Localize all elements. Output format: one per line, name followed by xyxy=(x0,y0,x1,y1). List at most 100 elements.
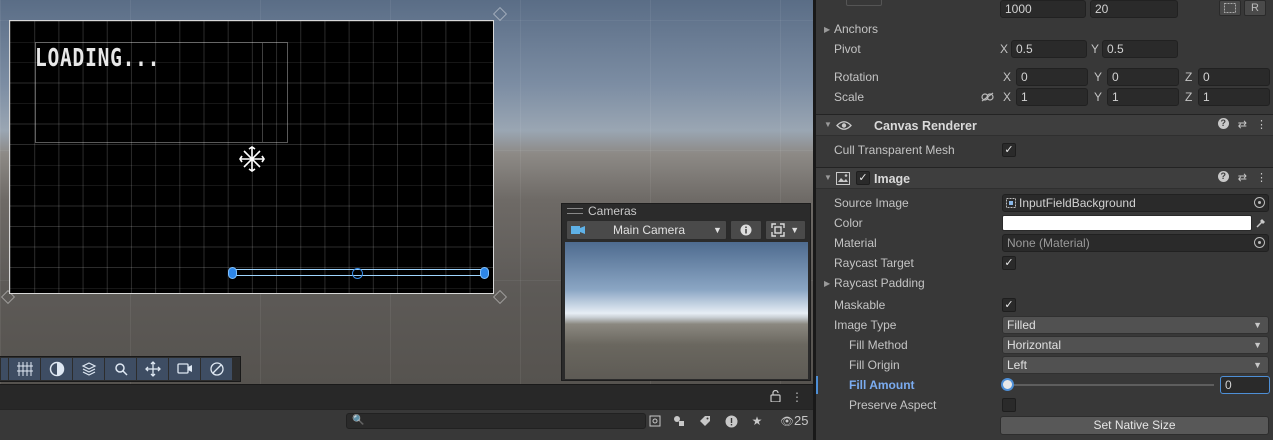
search-icon[interactable] xyxy=(105,358,136,380)
pivot-handle[interactable] xyxy=(352,268,363,279)
color-field[interactable] xyxy=(1002,215,1252,231)
height-field[interactable]: 20 xyxy=(1090,0,1178,18)
lock-icon[interactable] xyxy=(770,389,781,405)
scene-view[interactable]: LOADING... Cameras Main Camera ▼ ▼ xyxy=(0,0,813,384)
move-gizmo-icon[interactable] xyxy=(238,145,266,173)
preserve-aspect-label: Preserve Aspect xyxy=(849,398,937,412)
cameras-overlay-title: Cameras xyxy=(588,204,637,218)
maskable-checkbox[interactable]: ✓ xyxy=(1002,298,1016,312)
more-options-icon[interactable]: ⋮ xyxy=(791,390,803,404)
inspector-panel: 1000 20 R ▶ Anchors Pivot X 0.5 Y 0.5 Ro… xyxy=(816,0,1273,440)
fill-origin-dropdown[interactable]: Left ▼ xyxy=(1002,356,1269,374)
camera-select-value: Main Camera xyxy=(612,223,686,237)
fill-amount-field[interactable]: 0 xyxy=(1220,376,1270,394)
console-search-row: 🔍 ★ 👁25 xyxy=(0,409,813,440)
scale-z-field[interactable]: 1 xyxy=(1198,88,1270,106)
fill-amount-slider[interactable] xyxy=(1008,384,1214,386)
width-field[interactable]: 1000 xyxy=(1000,0,1086,18)
raycast-target-checkbox[interactable]: ✓ xyxy=(1002,256,1016,270)
color-label: Color xyxy=(834,216,863,230)
image-type-dropdown[interactable]: Filled ▼ xyxy=(1002,316,1269,334)
fill-method-dropdown[interactable]: Horizontal ▼ xyxy=(1002,336,1269,354)
preset-icon[interactable]: ⇄ xyxy=(1238,118,1247,131)
info-icon xyxy=(740,224,752,236)
blueprint-mode-button[interactable] xyxy=(1219,0,1241,16)
scene-toolbar xyxy=(0,356,241,382)
axis-x-label: X xyxy=(1003,90,1012,104)
source-image-field[interactable]: InputFieldBackground xyxy=(1002,194,1269,212)
raw-edit-button[interactable]: R xyxy=(1244,0,1266,16)
canvas-renderer-header[interactable]: ▼ Canvas Renderer ? ⇄ ⋮ xyxy=(816,114,1273,136)
layers-icon[interactable] xyxy=(73,358,104,380)
fill-origin-label: Fill Origin xyxy=(849,358,900,372)
move-tool-icon[interactable] xyxy=(137,358,168,380)
object-picker-icon[interactable] xyxy=(1254,197,1265,208)
scene-camera-icon[interactable] xyxy=(169,358,200,380)
preset-icon[interactable]: ⇄ xyxy=(1238,171,1247,184)
camera-info-button[interactable] xyxy=(729,220,762,240)
source-image-label: Source Image xyxy=(834,196,909,210)
help-icon[interactable]: ? xyxy=(1217,171,1229,182)
cull-transparent-mesh-checkbox[interactable]: ✓ xyxy=(1002,143,1016,157)
scale-y-field[interactable]: 1 xyxy=(1107,88,1179,106)
image-enabled-checkbox[interactable]: ✓ xyxy=(856,171,870,185)
drag-handle-icon[interactable] xyxy=(567,208,583,214)
blueprint-icon xyxy=(1224,3,1236,13)
chevron-down-icon: ▼ xyxy=(1253,320,1262,330)
foldout-arrow-icon[interactable]: ▶ xyxy=(824,25,830,34)
more-options-icon[interactable]: ⋮ xyxy=(1256,171,1267,184)
console-search-input[interactable]: 🔍 xyxy=(346,413,646,429)
filter-type-icon[interactable] xyxy=(670,412,688,430)
tag-icon[interactable] xyxy=(696,412,714,430)
cameras-overlay[interactable]: Cameras Main Camera ▼ ▼ xyxy=(561,203,811,381)
axis-x-label: X xyxy=(1000,42,1009,56)
axis-y-label: Y xyxy=(1094,90,1103,104)
set-native-size-button[interactable]: Set Native Size xyxy=(1000,416,1269,435)
sprite-icon xyxy=(1006,198,1016,208)
foldout-arrow-icon[interactable]: ▼ xyxy=(824,120,832,129)
axis-z-label: Z xyxy=(1185,90,1193,104)
fill-amount-label: Fill Amount xyxy=(849,378,915,392)
preserve-aspect-checkbox[interactable] xyxy=(1002,398,1016,412)
search-filter-icon[interactable] xyxy=(646,412,664,430)
help-icon[interactable]: ? xyxy=(1217,118,1229,129)
constrain-proportions-icon[interactable] xyxy=(981,92,994,102)
foldout-arrow-icon[interactable]: ▼ xyxy=(824,173,832,182)
message-count: 👁25 xyxy=(780,413,809,428)
camera-select[interactable]: Main Camera ▼ xyxy=(566,220,727,240)
eyedropper-icon[interactable] xyxy=(1255,217,1267,229)
favorite-star-icon[interactable]: ★ xyxy=(748,412,766,430)
more-options-icon[interactable]: ⋮ xyxy=(1256,118,1267,131)
rotation-y-field[interactable]: 0 xyxy=(1107,68,1179,86)
chevron-down-icon: ▼ xyxy=(1253,360,1262,370)
pivot-x-field[interactable]: 0.5 xyxy=(1011,40,1087,58)
material-field[interactable]: None (Material) xyxy=(1002,234,1269,252)
grid-snap-icon[interactable] xyxy=(9,358,40,380)
scale-x-field[interactable]: 1 xyxy=(1016,88,1088,106)
cameras-overlay-header[interactable]: Cameras xyxy=(562,204,810,218)
object-picker-icon[interactable] xyxy=(1254,237,1265,248)
rect-handle-left[interactable] xyxy=(228,267,237,279)
rect-handle-right[interactable] xyxy=(480,267,489,279)
fill-amount-slider-handle[interactable] xyxy=(1001,378,1014,391)
image-component-header[interactable]: ▼ ✓ Image ? ⇄ ⋮ xyxy=(816,167,1273,189)
pivot-label: Pivot xyxy=(834,42,861,56)
camera-frame-button[interactable]: ▼ xyxy=(764,220,806,240)
ui-canvas-rect[interactable]: LOADING... xyxy=(9,20,494,294)
error-filter-icon[interactable] xyxy=(722,412,740,430)
cull-transparent-mesh-label: Cull Transparent Mesh xyxy=(834,143,955,157)
fill-method-label: Fill Method xyxy=(849,338,908,352)
axis-y-label: Y xyxy=(1094,70,1103,84)
rotation-x-field[interactable]: 0 xyxy=(1016,68,1088,86)
anchors-label[interactable]: Anchors xyxy=(834,22,878,36)
canvas-renderer-title: Canvas Renderer xyxy=(874,119,977,133)
maskable-label: Maskable xyxy=(834,298,886,312)
foldout-arrow-icon[interactable]: ▶ xyxy=(824,279,830,288)
material-label: Material xyxy=(834,236,877,250)
rotation-z-field[interactable]: 0 xyxy=(1198,68,1270,86)
pivot-y-field[interactable]: 0.5 xyxy=(1102,40,1178,58)
axis-y-label: Y xyxy=(1091,42,1100,56)
raycast-padding-label[interactable]: Raycast Padding xyxy=(834,276,925,290)
shading-mode-icon[interactable] xyxy=(41,358,72,380)
gizmos-icon[interactable] xyxy=(201,358,232,380)
